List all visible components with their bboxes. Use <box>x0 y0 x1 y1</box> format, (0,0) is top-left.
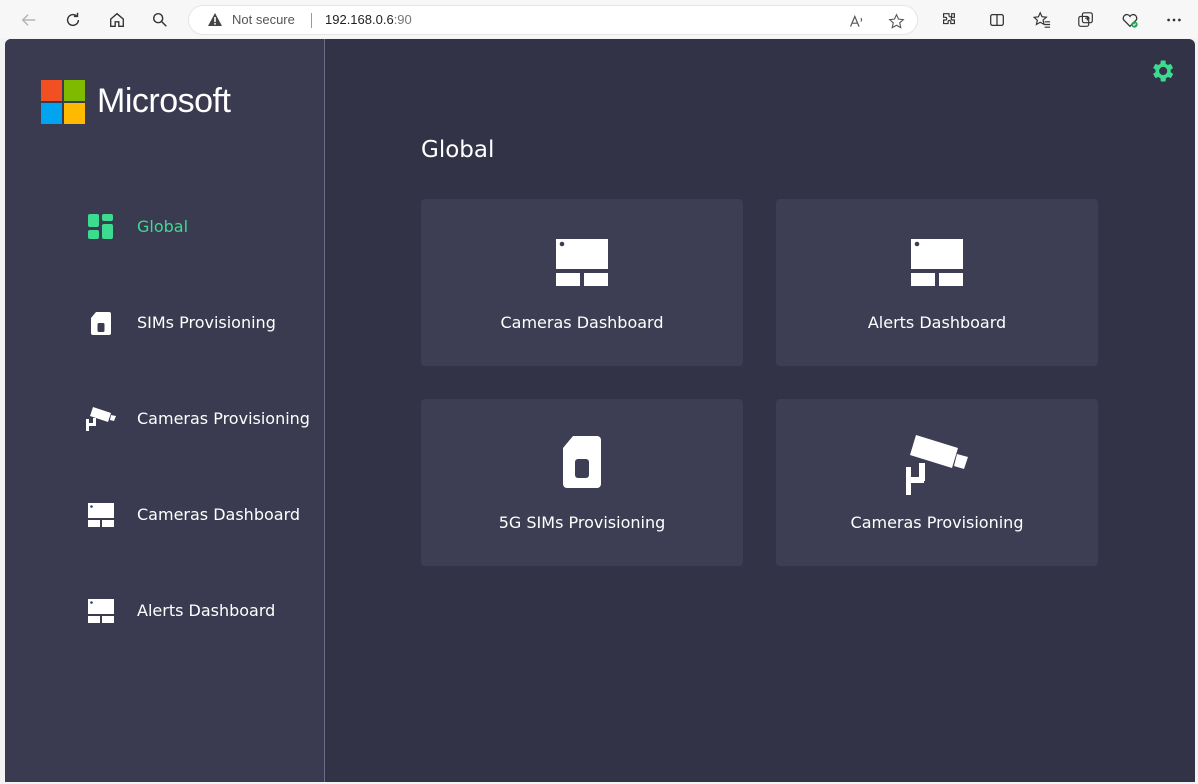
card-label: Cameras Dashboard <box>500 313 664 332</box>
app-window: Microsoft Global SIMs Provisioning Camer… <box>5 39 1195 782</box>
home-icon[interactable] <box>105 8 129 32</box>
page-title: Global <box>421 137 495 163</box>
card-label: Cameras Provisioning <box>850 513 1024 532</box>
card-5g-sims-provisioning[interactable]: 5G SIMs Provisioning <box>421 399 743 566</box>
url-text[interactable]: 192.168.0.6:90 <box>325 12 412 27</box>
back-arrow-icon[interactable] <box>17 8 41 32</box>
dashboard-grid-icon <box>88 214 113 239</box>
browser-toolbar: Not secure 192.168.0.6:90 <box>0 0 1198 38</box>
card-alerts-dashboard[interactable]: Alerts Dashboard <box>776 199 1098 366</box>
dashboard-panel-icon <box>88 503 114 527</box>
sidebar-item-alerts-dashboard[interactable]: Alerts Dashboard <box>85 591 315 631</box>
warning-icon <box>208 13 222 26</box>
extensions-icon[interactable] <box>937 8 961 32</box>
sidebar-item-label: Cameras Provisioning <box>137 409 310 428</box>
logo-square-yellow <box>64 103 85 124</box>
browser-essentials-icon[interactable] <box>1118 8 1142 32</box>
dashboard-panel-icon <box>911 239 963 286</box>
sidebar-item-label: SIMs Provisioning <box>137 313 276 332</box>
logo-square-green <box>64 80 85 101</box>
brand-name: Microsoft <box>97 82 231 120</box>
card-icon-wrapper <box>776 233 1098 297</box>
more-menu-icon[interactable] <box>1162 8 1186 32</box>
sidebar-item-cameras-dashboard[interactable]: Cameras Dashboard <box>85 495 315 535</box>
security-status[interactable]: Not secure <box>232 12 295 27</box>
address-divider <box>311 13 312 28</box>
url-port: :90 <box>393 12 412 27</box>
sidebar-item-label: Alerts Dashboard <box>137 601 276 620</box>
sim-card-icon <box>563 436 601 488</box>
search-icon[interactable] <box>148 8 172 32</box>
security-camera-icon <box>86 407 116 431</box>
url-host: 192.168.0.6 <box>325 12 394 27</box>
settings-gear-icon[interactable] <box>1148 57 1176 85</box>
sidebar-item-cameras-provisioning[interactable]: Cameras Provisioning <box>85 399 315 439</box>
collections-icon[interactable] <box>1074 8 1098 32</box>
sidebar-item-global[interactable]: Global <box>85 207 315 247</box>
sidebar-item-label: Cameras Dashboard <box>137 505 301 524</box>
card-icon-wrapper <box>776 433 1098 497</box>
dashboard-panel-icon <box>556 239 608 286</box>
favorite-star-icon[interactable] <box>886 11 906 31</box>
microsoft-logo: Microsoft <box>41 80 301 126</box>
read-aloud-icon[interactable] <box>846 11 866 31</box>
sidebar-item-sims-provisioning[interactable]: SIMs Provisioning <box>85 303 315 343</box>
logo-square-blue <box>41 103 62 124</box>
microsoft-logo-icon <box>41 80 86 125</box>
sidebar: Microsoft Global SIMs Provisioning Camer… <box>5 39 325 782</box>
address-bar[interactable]: Not secure 192.168.0.6:90 <box>188 5 918 35</box>
card-label: 5G SIMs Provisioning <box>498 513 666 532</box>
security-camera-icon <box>906 435 968 495</box>
card-icon-wrapper <box>421 433 743 497</box>
dashboard-panel-icon <box>88 599 114 623</box>
split-screen-icon[interactable] <box>985 8 1009 32</box>
refresh-icon[interactable] <box>61 8 85 32</box>
logo-square-red <box>41 80 62 101</box>
sim-card-icon <box>91 312 111 335</box>
card-label: Alerts Dashboard <box>867 313 1007 332</box>
sidebar-item-label: Global <box>137 217 189 236</box>
card-cameras-provisioning[interactable]: Cameras Provisioning <box>776 399 1098 566</box>
favorites-icon[interactable] <box>1030 8 1054 32</box>
card-cameras-dashboard[interactable]: Cameras Dashboard <box>421 199 743 366</box>
card-icon-wrapper <box>421 233 743 297</box>
